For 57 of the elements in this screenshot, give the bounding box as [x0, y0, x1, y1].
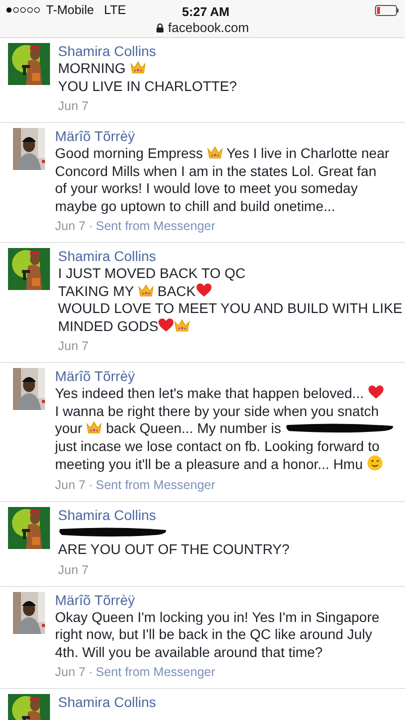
sent-from-messenger-link[interactable]: Sent from Messenger [96, 218, 216, 234]
crown-icon [206, 146, 223, 159]
heart-icon [196, 282, 212, 296]
crown-icon [130, 61, 146, 74]
message-text: BACK [156, 282, 196, 298]
sender-name[interactable]: Shamira Collins [58, 247, 402, 265]
separator-dot: · [88, 664, 93, 680]
crown-icon [138, 284, 154, 296]
message-text: of your works! I would love to meet you someday [55, 180, 358, 196]
crown-icon [86, 421, 102, 434]
url-text[interactable]: facebook.com [168, 18, 249, 38]
message-text: WOULD LOVE TO MEET YOU AND BUILD WITH LIKE [58, 300, 402, 316]
message-text: YOU LIVE IN CHARLOTTE? [58, 78, 237, 94]
crown-icon [174, 318, 190, 332]
message-date: Jun 7 [55, 664, 86, 680]
message-text: just incase we lose contact on fb. Looking forward to [55, 438, 380, 454]
message-text: meeting you it'll be a pleasure and a honor... Hmu [55, 456, 364, 472]
message-date: Jun 7 [58, 562, 89, 578]
heart-icon [368, 385, 384, 399]
sender-name[interactable]: Shamira Collins [58, 693, 156, 711]
network-type: LTE [104, 2, 126, 19]
sender-name[interactable]: Märîõ Tõrrèÿ [55, 367, 395, 385]
carrier-name: T-Mobile [46, 2, 94, 19]
message-text: Good morning Empress [55, 145, 204, 161]
message-text: MINDED GODS [58, 318, 158, 334]
sent-from-messenger-link[interactable]: Sent from Messenger [96, 476, 216, 492]
battery-icon [375, 4, 399, 16]
lock-icon [156, 23, 164, 33]
signal-icon [6, 7, 42, 13]
message-text: Yes I live in Charlotte near [225, 145, 390, 161]
message-text: right now, but I'll be back in the QC like around July [55, 626, 372, 642]
separator-dot: · [88, 476, 93, 492]
separator-dot: · [88, 218, 93, 234]
message-date: Jun 7 [55, 218, 86, 234]
message-text: Concord Mills when I am in the states Lol. Great fan [55, 162, 376, 178]
heart-icon [158, 318, 174, 332]
sent-from-messenger-link[interactable]: Sent from Messenger [96, 664, 216, 680]
message-text: Yes indeed then let's make that happen beloved... [55, 385, 365, 401]
message-text: maybe go uptown to chill and build onetime... [55, 198, 336, 214]
message-text: MORNING [58, 60, 127, 76]
message-text: Okay Queen I'm locking you in! Yes I'm in Singapore [55, 608, 380, 624]
clock: 5:27 AM [182, 4, 230, 21]
sender-name[interactable]: Märîõ Tõrrèÿ [55, 590, 380, 608]
message-date: Jun 7 [58, 98, 89, 114]
message-text: I JUST MOVED BACK TO QC [58, 265, 246, 281]
message-text: TAKING MY [58, 282, 135, 298]
sender-name[interactable]: Shamira Collins [58, 506, 290, 524]
sender-name[interactable]: Märîõ Tõrrèÿ [55, 127, 390, 145]
sender-name[interactable]: Shamira Collins [58, 42, 237, 60]
message-text: your [55, 420, 84, 436]
message-text: back Queen... My number is [105, 420, 282, 436]
wink-emoji-icon [366, 455, 383, 471]
message-text: ARE YOU OUT OF THE COUNTRY? [58, 541, 290, 557]
message-text: I wanna be right there by your side when you snatch [55, 402, 379, 418]
message-date: Jun 7 [55, 476, 86, 492]
message-date: Jun 7 [58, 338, 89, 354]
message-text: 4th. Will you be available around that time? [55, 644, 323, 660]
